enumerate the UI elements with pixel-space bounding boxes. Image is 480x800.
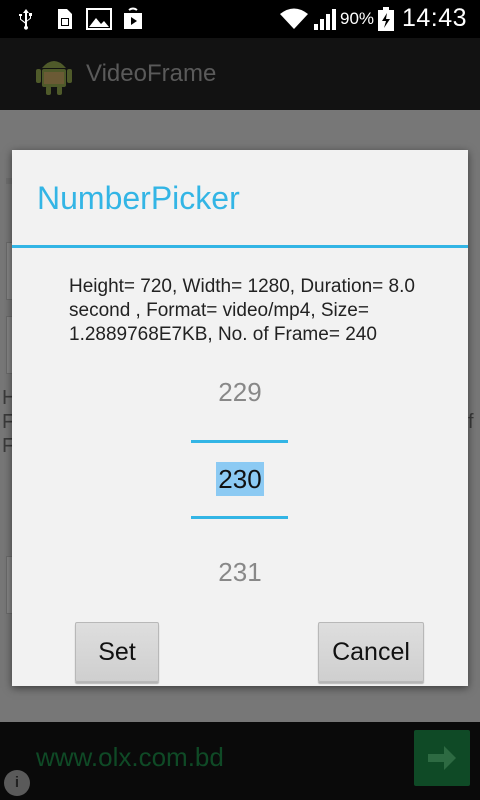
status-bar: 90% 14:43 [0,0,480,38]
number-picker-input[interactable]: 230 [216,462,264,496]
action-bar: VideoFrame [0,38,480,110]
ad-banner[interactable]: www.olx.com.bd i [0,722,480,800]
cancel-button[interactable]: Cancel [318,622,424,682]
wifi-icon [280,8,308,29]
number-picker-divider-top [191,440,288,443]
play-store-icon [124,7,142,29]
dialog-title-divider [12,245,468,248]
sim-icon [58,9,72,29]
video-info-message: Height= 720, Width= 1280, Duration= 8.0 … [69,276,415,345]
arrow-right-icon [428,746,456,770]
usb-icon [19,9,32,30]
number-picker-prev-value[interactable]: 229 [12,377,468,408]
signal-icon [314,9,336,30]
number-picker-divider-bottom [191,516,288,519]
app-title: VideoFrame [86,60,217,87]
ad-arrow-button[interactable] [414,730,470,786]
android-icon[interactable] [34,52,74,96]
number-picker-next-value[interactable]: 231 [12,557,468,588]
battery-charging-icon [378,7,394,31]
number-picker-current[interactable]: 230 [12,462,468,496]
ad-info-icon[interactable]: i [4,770,30,796]
set-button[interactable]: Set [75,622,159,682]
image-icon [86,8,112,30]
clock: 14:43 [402,4,468,32]
battery-percent: 90% [340,9,375,28]
background-text-trailing: f [468,411,474,433]
number-picker-dialog: NumberPicker Height= 720, Width= 1280, D… [12,150,468,686]
dialog-title: NumberPicker [37,180,240,216]
ad-text[interactable]: www.olx.com.bd [36,742,224,773]
